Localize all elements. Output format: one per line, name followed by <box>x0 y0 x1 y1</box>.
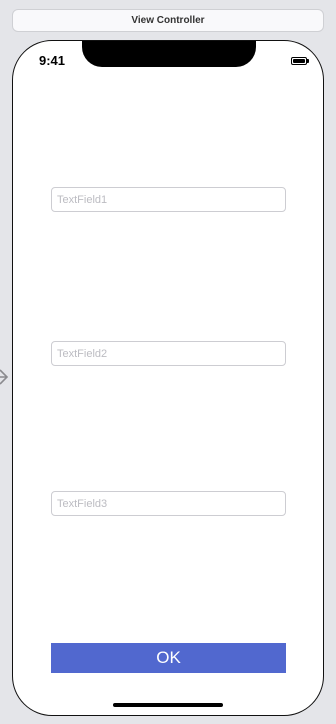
battery-full-icon <box>291 57 307 65</box>
text-field-3[interactable] <box>51 491 286 516</box>
scene-title-bar[interactable]: View Controller <box>12 9 324 32</box>
status-bar-time: 9:41 <box>39 53 66 68</box>
entry-point-arrow-icon <box>0 369 9 385</box>
battery-terminal <box>307 59 309 63</box>
ok-button[interactable]: OK <box>51 643 286 673</box>
text-field-2[interactable] <box>51 341 286 366</box>
home-indicator <box>113 703 223 707</box>
device-frame: 9:41 OK <box>12 40 324 716</box>
device-notch <box>82 41 256 67</box>
text-field-1[interactable] <box>51 187 286 212</box>
scene-title: View Controller <box>131 15 205 26</box>
